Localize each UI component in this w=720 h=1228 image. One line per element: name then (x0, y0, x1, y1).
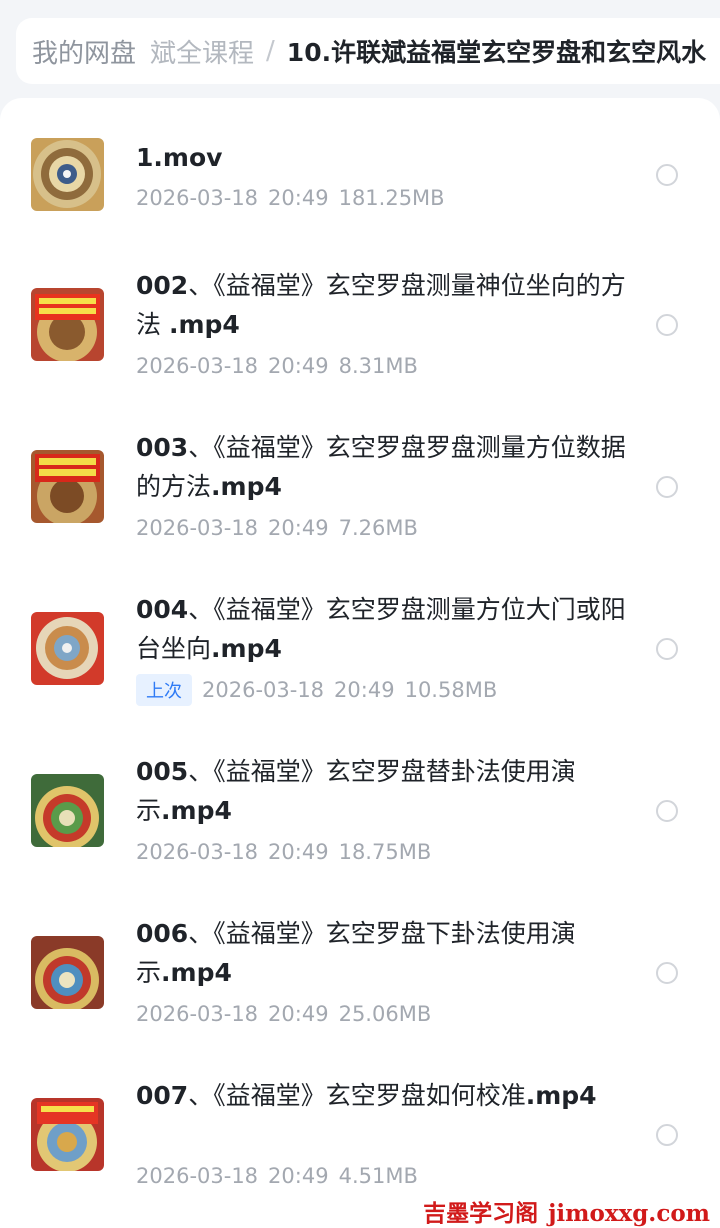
file-number: 003 (136, 433, 189, 462)
file-extension: .mp4 (525, 1081, 597, 1110)
file-name[interactable]: 007、《益福堂》玄空罗盘如何校准.mp4 (136, 1076, 626, 1115)
file-name[interactable]: 006、《益福堂》玄空罗盘下卦法使用演示.mp4 (136, 914, 626, 992)
video-thumbnail (31, 612, 104, 685)
file-row[interactable]: 003、《益福堂》玄空罗盘罗盘测量方位数据的方法.mp4 2026-03-18 2… (0, 412, 720, 562)
file-number: 002 (136, 271, 189, 300)
file-extension: .mp4 (161, 796, 232, 825)
breadcrumb-current: 10.许联斌益福堂玄空罗盘和玄空风水 (286, 38, 707, 67)
file-size: 8.31MB (338, 354, 418, 378)
file-meta: 2026-03-18 20:49 4.51MB (136, 1164, 428, 1188)
breadcrumb: 我的网盘 斌全课程 / 10.许联斌益福堂玄空罗盘和玄空风水 (16, 18, 720, 84)
select-radio[interactable] (656, 638, 678, 660)
file-date: 2026-03-18 (136, 840, 259, 864)
select-radio[interactable] (656, 962, 678, 984)
file-date: 2026-03-18 (136, 1164, 259, 1188)
file-extension: .mp4 (211, 472, 282, 501)
file-name[interactable]: 1.mov (136, 138, 626, 177)
file-number: 006 (136, 919, 189, 948)
breadcrumb-parent[interactable]: 斌全课程 (150, 33, 254, 70)
video-thumbnail (31, 1098, 104, 1171)
select-radio[interactable] (656, 476, 678, 498)
file-number: 004 (136, 595, 189, 624)
file-meta: 2026-03-18 20:49 181.25MB (136, 186, 455, 210)
file-name[interactable]: 005、《益福堂》玄空罗盘替卦法使用演示.mp4 (136, 752, 626, 830)
file-date: 2026-03-18 (136, 186, 259, 210)
file-meta: 2026-03-18 20:49 7.26MB (136, 516, 428, 540)
watermark-url: jimoxxg.com (548, 1200, 710, 1227)
file-size: 7.26MB (338, 516, 418, 540)
last-viewed-badge: 上次 (136, 674, 192, 706)
file-time: 20:49 (268, 516, 329, 540)
file-size: 10.58MB (404, 678, 498, 702)
video-thumbnail (31, 138, 104, 211)
video-thumbnail (31, 450, 104, 523)
file-time: 20:49 (268, 1002, 329, 1026)
watermark-cn: 吉墨学习阁 (423, 1200, 539, 1227)
file-extension: .mp4 (161, 958, 232, 987)
file-date: 2026-03-18 (136, 1002, 259, 1026)
file-meta: 2026-03-18 20:49 8.31MB (136, 354, 428, 378)
file-row[interactable]: 006、《益福堂》玄空罗盘下卦法使用演示.mp4 2026-03-18 20:49… (0, 898, 720, 1048)
file-size: 4.51MB (338, 1164, 418, 1188)
file-name[interactable]: 004、《益福堂》玄空罗盘测量方位大门或阳台坐向.mp4 (136, 590, 626, 668)
select-radio[interactable] (656, 1124, 678, 1146)
file-number: 007 (136, 1081, 189, 1110)
select-radio[interactable] (656, 314, 678, 336)
file-time: 20:49 (334, 678, 395, 702)
file-time: 20:49 (268, 354, 329, 378)
file-row[interactable]: 005、《益福堂》玄空罗盘替卦法使用演示.mp4 2026-03-18 20:49… (0, 736, 720, 886)
file-row[interactable]: 1.mov 2026-03-18 20:49 181.25MB (0, 98, 720, 248)
file-meta: 2026-03-18 20:49 18.75MB (136, 840, 441, 864)
file-name[interactable]: 003、《益福堂》玄空罗盘罗盘测量方位数据的方法.mp4 (136, 428, 626, 506)
select-radio[interactable] (656, 800, 678, 822)
watermark: 吉墨学习阁 jimoxxg.com (423, 1194, 710, 1227)
file-date: 2026-03-18 (136, 354, 259, 378)
file-extension: 1.mov (136, 143, 223, 172)
file-list: 1.mov 2026-03-18 20:49 181.25MB 002、《益福堂》玄… (0, 98, 720, 1228)
video-thumbnail (31, 936, 104, 1009)
file-row[interactable]: 004、《益福堂》玄空罗盘测量方位大门或阳台坐向.mp4 上次 2026-03-1… (0, 574, 720, 724)
file-size: 181.25MB (338, 186, 445, 210)
file-date: 2026-03-18 (136, 516, 259, 540)
file-row[interactable]: 007、《益福堂》玄空罗盘如何校准.mp4 2026-03-18 20:49 4.5… (0, 1060, 720, 1210)
breadcrumb-root[interactable]: 我的网盘 (32, 33, 136, 70)
file-time: 20:49 (268, 1164, 329, 1188)
file-extension: .mp4 (168, 310, 240, 339)
file-meta: 2026-03-18 20:49 25.06MB (136, 1002, 441, 1026)
video-thumbnail (31, 774, 104, 847)
file-time: 20:49 (268, 840, 329, 864)
file-name[interactable]: 002、《益福堂》玄空罗盘测量神位坐向的方法 .mp4 (136, 266, 626, 344)
file-title: 、《益福堂》玄空罗盘罗盘测量方位数据的方法 (136, 433, 626, 501)
file-title: 、《益福堂》玄空罗盘如何校准 (188, 1081, 526, 1110)
file-meta: 上次 2026-03-18 20:49 10.58MB (136, 674, 507, 706)
select-radio[interactable] (656, 164, 678, 186)
file-date: 2026-03-18 (202, 678, 325, 702)
file-size: 18.75MB (338, 840, 432, 864)
file-number: 005 (136, 757, 189, 786)
file-extension: .mp4 (211, 634, 282, 663)
file-row[interactable]: 002、《益福堂》玄空罗盘测量神位坐向的方法 .mp4 2026-03-18 20… (0, 250, 720, 400)
file-title: 、《益福堂》玄空罗盘测量方位大门或阳台坐向 (136, 595, 626, 663)
video-thumbnail (31, 288, 104, 361)
file-size: 25.06MB (338, 1002, 432, 1026)
file-time: 20:49 (268, 186, 329, 210)
breadcrumb-separator: / (266, 36, 275, 66)
